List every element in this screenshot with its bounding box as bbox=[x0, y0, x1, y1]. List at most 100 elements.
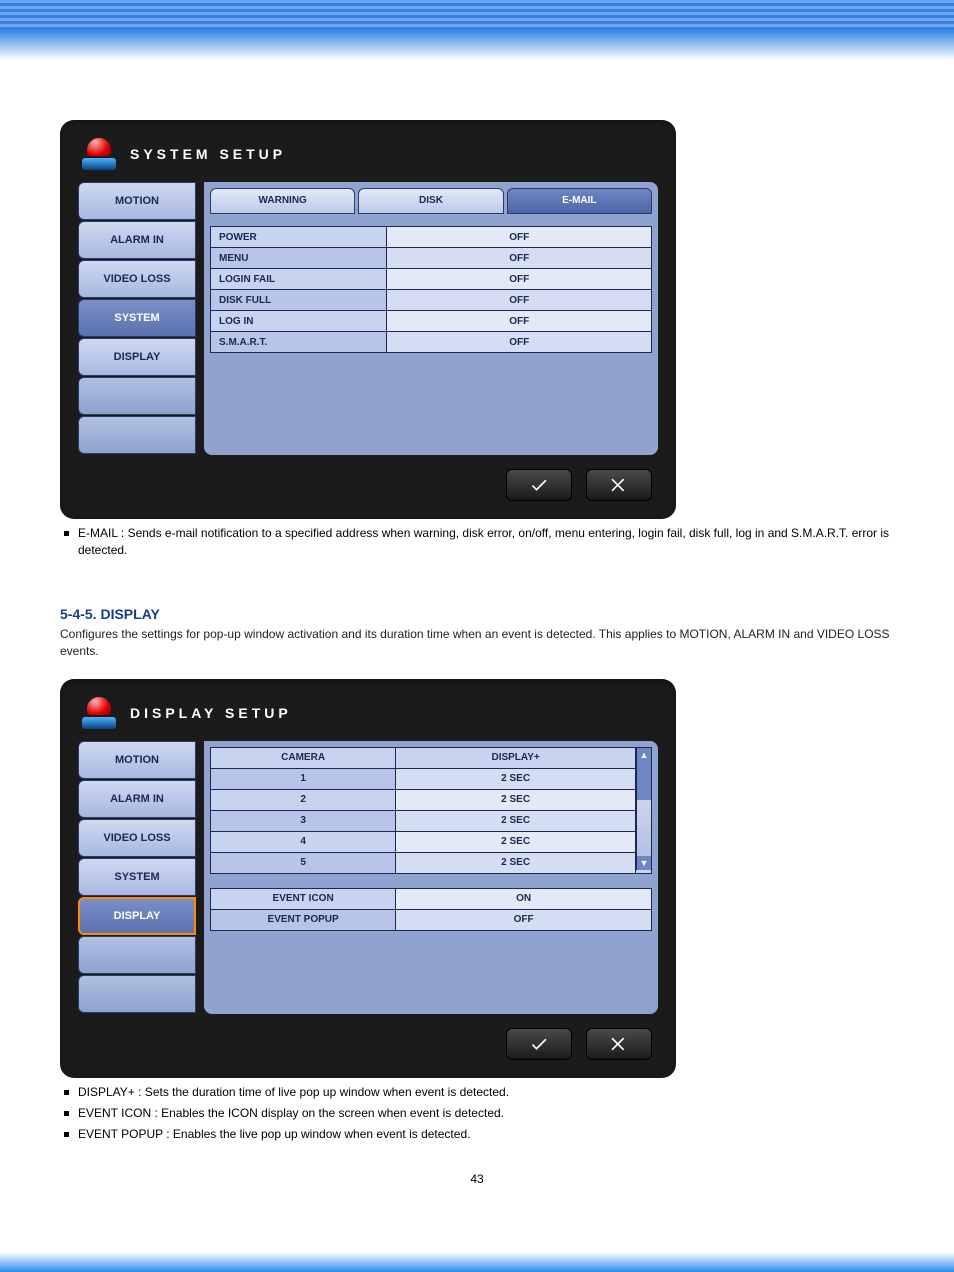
close-icon bbox=[609, 1034, 629, 1054]
ok-button[interactable] bbox=[506, 1028, 572, 1060]
cam-id: 1 bbox=[211, 768, 396, 789]
cancel-button[interactable] bbox=[586, 1028, 652, 1060]
tab-disk[interactable]: DISK bbox=[358, 188, 503, 214]
window-footer bbox=[78, 1014, 658, 1062]
bullet-list: DISPLAY+ : Sets the duration time of liv… bbox=[60, 1084, 894, 1144]
table-row: EVENT ICONON bbox=[211, 888, 652, 909]
col-display: DISPLAY+ bbox=[396, 747, 636, 768]
sidebar-item-motion[interactable]: MOTION bbox=[78, 182, 196, 220]
close-icon bbox=[609, 475, 629, 495]
row-value[interactable]: OFF bbox=[387, 269, 652, 290]
table-row: 32 SEC bbox=[211, 810, 652, 831]
cam-display-value[interactable]: 2 SEC bbox=[396, 831, 636, 852]
sidebar-item-display[interactable]: DISPLAY bbox=[78, 897, 196, 935]
sidebar-item-alarm-in[interactable]: ALARM IN bbox=[78, 780, 196, 818]
cam-display-value[interactable]: 2 SEC bbox=[396, 810, 636, 831]
alarm-beacon-icon bbox=[82, 697, 116, 729]
sidebar-item-video-loss[interactable]: VIDEO LOSS bbox=[78, 260, 196, 298]
list-item: EVENT POPUP : Enables the live pop up wi… bbox=[60, 1126, 894, 1143]
scroll-up-icon[interactable]: ▲ bbox=[637, 748, 651, 762]
window-titlebar: SYSTEM SETUP bbox=[78, 138, 658, 182]
row-label: LOG IN bbox=[211, 311, 387, 332]
list-item: EVENT ICON : Enables the ICON display on… bbox=[60, 1105, 894, 1122]
table-row: 12 SEC bbox=[211, 768, 652, 789]
cam-display-value[interactable]: 2 SEC bbox=[396, 852, 636, 873]
table-row: DISK FULLOFF bbox=[211, 290, 652, 311]
scroll-down-icon[interactable]: ▼ bbox=[637, 856, 651, 870]
window-title: DISPLAY SETUP bbox=[130, 705, 292, 721]
table-row: S.M.A.R.T.OFF bbox=[211, 332, 652, 353]
section-title: DISPLAY bbox=[100, 606, 159, 622]
sidebar-item-motion[interactable]: MOTION bbox=[78, 741, 196, 779]
col-camera: CAMERA bbox=[211, 747, 396, 768]
table-row: POWEROFF bbox=[211, 227, 652, 248]
row-value[interactable]: OFF bbox=[387, 290, 652, 311]
cam-id: 5 bbox=[211, 852, 396, 873]
row-label: LOGIN FAIL bbox=[211, 269, 387, 290]
list-item: DISPLAY+ : Sets the duration time of liv… bbox=[60, 1084, 894, 1101]
table-row: 52 SEC bbox=[211, 852, 652, 873]
sidebar-item-system[interactable]: SYSTEM bbox=[78, 299, 196, 337]
sidebar-item-empty bbox=[78, 975, 196, 1013]
row-label: EVENT POPUP bbox=[211, 909, 396, 930]
row-value[interactable]: ON bbox=[396, 888, 652, 909]
email-settings-table: POWEROFF MENUOFF LOGIN FAILOFF DISK FULL… bbox=[210, 226, 652, 353]
cancel-button[interactable] bbox=[586, 469, 652, 501]
scrollbar[interactable]: ▲ ▼ bbox=[636, 748, 651, 870]
cam-display-value[interactable]: 2 SEC bbox=[396, 768, 636, 789]
event-options-table: EVENT ICONON EVENT POPUPOFF bbox=[210, 888, 652, 931]
scroll-thumb[interactable] bbox=[637, 762, 651, 800]
table-row: 22 SEC bbox=[211, 789, 652, 810]
header-stripes bbox=[0, 0, 954, 30]
check-icon bbox=[529, 475, 549, 495]
page-footer-bar bbox=[0, 1252, 954, 1272]
sidebar: MOTION ALARM IN VIDEO LOSS SYSTEM DISPLA… bbox=[78, 741, 196, 1014]
table-row: MENUOFF bbox=[211, 248, 652, 269]
cam-id: 3 bbox=[211, 810, 396, 831]
window-title: SYSTEM SETUP bbox=[130, 146, 286, 162]
camera-display-table: CAMERA DISPLAY+ ▲ ▼ 12 bbox=[210, 747, 652, 874]
cam-id: 4 bbox=[211, 831, 396, 852]
table-row: 42 SEC bbox=[211, 831, 652, 852]
row-label: POWER bbox=[211, 227, 387, 248]
row-label: S.M.A.R.T. bbox=[211, 332, 387, 353]
sidebar-item-system[interactable]: SYSTEM bbox=[78, 858, 196, 896]
check-icon bbox=[529, 1034, 549, 1054]
settings-panel: CAMERA DISPLAY+ ▲ ▼ 12 bbox=[204, 741, 658, 1014]
table-row: LOG INOFF bbox=[211, 311, 652, 332]
row-value[interactable]: OFF bbox=[387, 227, 652, 248]
row-value[interactable]: OFF bbox=[387, 332, 652, 353]
alarm-beacon-icon bbox=[82, 138, 116, 170]
row-label: MENU bbox=[211, 248, 387, 269]
bullet-list: E-MAIL : Sends e-mail notification to a … bbox=[60, 525, 894, 560]
sidebar-item-empty bbox=[78, 416, 196, 454]
row-label: DISK FULL bbox=[211, 290, 387, 311]
cam-id: 2 bbox=[211, 789, 396, 810]
section-number: 5-4-5. bbox=[60, 606, 97, 622]
system-setup-window: SYSTEM SETUP MOTION ALARM IN VIDEO LOSS … bbox=[60, 120, 676, 519]
cam-display-value[interactable]: 2 SEC bbox=[396, 789, 636, 810]
tab-warning[interactable]: WARNING bbox=[210, 188, 355, 214]
sidebar-item-empty bbox=[78, 377, 196, 415]
sidebar-item-video-loss[interactable]: VIDEO LOSS bbox=[78, 819, 196, 857]
page-header-banner bbox=[0, 0, 954, 60]
sidebar-item-display[interactable]: DISPLAY bbox=[78, 338, 196, 376]
table-row: EVENT POPUPOFF bbox=[211, 909, 652, 930]
section-heading: 5-4-5. DISPLAY bbox=[60, 606, 894, 622]
row-label: EVENT ICON bbox=[211, 888, 396, 909]
sidebar: MOTION ALARM IN VIDEO LOSS SYSTEM DISPLA… bbox=[78, 182, 196, 455]
ok-button[interactable] bbox=[506, 469, 572, 501]
row-value[interactable]: OFF bbox=[396, 909, 652, 930]
table-header-row: CAMERA DISPLAY+ ▲ ▼ bbox=[211, 747, 652, 768]
row-value[interactable]: OFF bbox=[387, 248, 652, 269]
settings-panel: WARNING DISK E-MAIL POWEROFF MENUOFF LOG… bbox=[204, 182, 658, 455]
window-titlebar: DISPLAY SETUP bbox=[78, 697, 658, 741]
display-setup-window: DISPLAY SETUP MOTION ALARM IN VIDEO LOSS… bbox=[60, 679, 676, 1078]
sidebar-item-alarm-in[interactable]: ALARM IN bbox=[78, 221, 196, 259]
page-number: 43 bbox=[60, 1172, 894, 1186]
window-footer bbox=[78, 455, 658, 503]
row-value[interactable]: OFF bbox=[387, 311, 652, 332]
tab-row: WARNING DISK E-MAIL bbox=[210, 188, 652, 214]
sidebar-item-empty bbox=[78, 936, 196, 974]
tab-email[interactable]: E-MAIL bbox=[507, 188, 652, 214]
